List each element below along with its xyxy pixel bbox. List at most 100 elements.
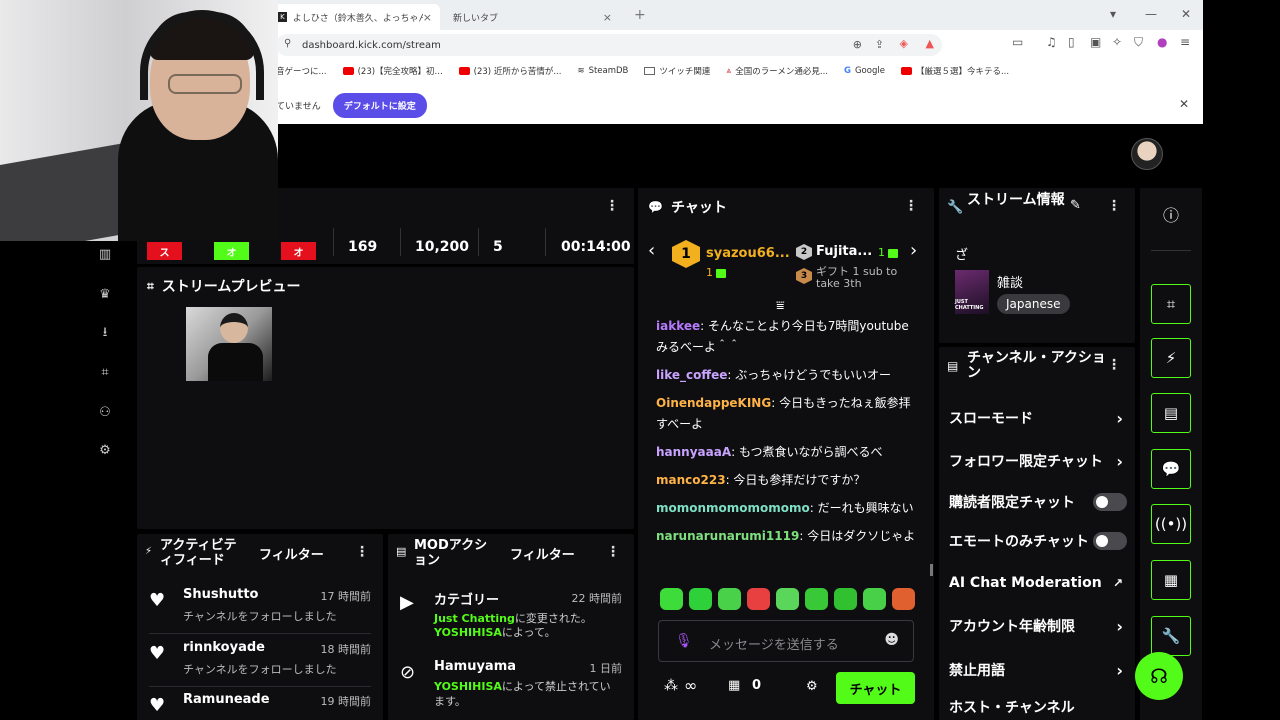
chat-bubble-icon[interactable]: 💬 xyxy=(1151,449,1191,489)
account-age-row[interactable]: アカウント年齢制限 › xyxy=(949,613,1127,639)
bookmark-item[interactable]: (23)【完全攻略】初... xyxy=(342,65,443,77)
chat-username[interactable]: OinendappeKING xyxy=(656,396,771,410)
upload-icon[interactable]: ⭳ xyxy=(96,324,114,342)
send-chat-button[interactable]: チャット xyxy=(836,672,915,704)
list-item: ▶ カテゴリー 22 時間前 Just Chattingに変更された。 YOSH… xyxy=(400,592,622,639)
headset-icon: ☊ xyxy=(1150,664,1168,688)
community-icon[interactable]: ⚇ xyxy=(96,404,114,422)
document-icon[interactable]: ▤ xyxy=(1151,393,1191,433)
microphone-icon[interactable]: 🎙 xyxy=(675,633,693,649)
chat-username[interactable]: momonmomomomomo xyxy=(656,501,810,515)
broadcast-icon[interactable]: ((•)) xyxy=(1151,504,1191,544)
site-info-icon[interactable]: ⚲ xyxy=(284,38,291,49)
emoji-icon[interactable]: ☻ xyxy=(884,632,899,648)
emote-icon[interactable] xyxy=(718,588,741,610)
activity-menu-icon[interactable]: ⋮ xyxy=(355,544,369,560)
brave-rewards-icon[interactable]: ▲ xyxy=(926,37,934,50)
close-tab-icon[interactable]: × xyxy=(603,11,612,24)
bookmark-item[interactable]: 音ゲーつに... xyxy=(276,65,327,77)
share-icon[interactable]: ⇪ xyxy=(875,38,884,51)
analytics-icon[interactable]: ▥ xyxy=(96,246,114,264)
close-window-icon[interactable]: ✕ xyxy=(1181,7,1191,21)
chat-input[interactable]: 🎙 メッセージを送信する ☻ xyxy=(658,620,914,662)
chat-username[interactable]: iakkee xyxy=(656,319,700,333)
emote-icon[interactable] xyxy=(689,588,712,610)
edit-pencil-icon[interactable]: ✎ xyxy=(1070,198,1081,213)
emote-icon[interactable] xyxy=(805,588,828,610)
emote-icon[interactable] xyxy=(892,588,915,610)
emote-icon[interactable] xyxy=(747,588,770,610)
info-icon[interactable]: ⓘ xyxy=(1160,202,1182,225)
reader-icon[interactable]: ▭ xyxy=(1012,35,1023,49)
tab-active[interactable]: K よしひさ（鈴木善久、よっちゃん、よっち) × xyxy=(270,4,440,30)
wallet-icon[interactable]: ▣ xyxy=(1090,35,1101,49)
status-badge: オ xyxy=(214,242,249,260)
store-icon[interactable]: ▦ xyxy=(728,678,740,693)
banned-words-row[interactable]: 禁止用語 › xyxy=(949,657,1127,683)
url-field[interactable]: ⚲ dashboard.kick.com/stream ⊕ ⇪ ◈ ▲ xyxy=(276,34,942,56)
bookmark-item[interactable]: G Google xyxy=(844,66,885,76)
close-tab-icon[interactable]: × xyxy=(423,11,432,24)
emote-icon[interactable] xyxy=(834,588,857,610)
brave-shield-icon[interactable]: ◈ xyxy=(900,37,908,50)
chat-scrollbar[interactable] xyxy=(930,564,933,576)
chat-username[interactable]: narunarunarumi1119 xyxy=(656,529,799,543)
new-tab-icon[interactable]: + xyxy=(634,7,646,23)
leo-icon[interactable]: ✧ xyxy=(1112,35,1122,49)
zoom-icon[interactable]: ⊕ xyxy=(853,38,862,51)
screen-icon[interactable]: ⌗ xyxy=(1151,284,1191,324)
chat-settings-icon[interactable]: ⚙ xyxy=(806,679,818,694)
layout-icon[interactable]: ▦ xyxy=(1151,560,1191,600)
stream-preview-video[interactable] xyxy=(186,307,272,381)
minimize-icon[interactable]: — xyxy=(1145,7,1157,21)
filter-button[interactable]: フィルター xyxy=(510,544,575,563)
emote-only-toggle[interactable] xyxy=(1093,532,1127,550)
profile-icon[interactable]: ● xyxy=(1157,35,1167,49)
wrench-icon[interactable]: 🔧 xyxy=(1151,616,1191,656)
trophy-icon[interactable]: ♛ xyxy=(96,286,114,304)
chevron-left-icon[interactable]: ‹ xyxy=(648,240,655,261)
lightning-icon[interactable]: ⚡ xyxy=(1151,338,1191,378)
bookmark-item[interactable]: (23) 近所から苦情が... xyxy=(458,65,561,77)
mod-menu-icon[interactable]: ⋮ xyxy=(606,544,620,560)
chat-username[interactable]: manco223 xyxy=(656,473,726,487)
users-icon[interactable]: ⁂ xyxy=(664,678,678,694)
support-headset-button[interactable]: ☊ xyxy=(1135,652,1183,700)
info-menu-icon[interactable]: ⋮ xyxy=(1107,198,1121,214)
slow-mode-row[interactable]: スローモード › xyxy=(949,405,1127,431)
filter-button[interactable]: フィルター xyxy=(259,544,324,563)
bookmark-item[interactable]: ≋ SteamDB xyxy=(577,66,628,76)
close-infobar-icon[interactable]: ✕ xyxy=(1179,97,1189,111)
music-icon[interactable]: ♫ xyxy=(1046,35,1057,49)
settings-gear-icon[interactable]: ⚙ xyxy=(96,442,114,460)
subscriber-only-toggle[interactable] xyxy=(1093,493,1127,511)
emote-icon[interactable] xyxy=(863,588,886,610)
vpn-icon[interactable]: ⛉ xyxy=(1134,35,1143,50)
chat-username[interactable]: hannyaaaA xyxy=(656,445,731,459)
chat-username[interactable]: like_coffee xyxy=(656,368,727,382)
bookmarks-bar: 音ゲーつに... (23)【完全攻略】初... (23) 近所から苦情が... … xyxy=(276,60,1203,82)
chat-menu-icon[interactable]: ⋮ xyxy=(904,198,918,214)
chat-sort-icon[interactable]: ⩸ xyxy=(776,298,785,314)
sidebar-icon[interactable]: ▯ xyxy=(1068,35,1075,49)
bookmark-folder[interactable]: ツイッチ関連 xyxy=(644,65,710,77)
follower-only-row[interactable]: フォロワー限定チャット › xyxy=(949,448,1127,474)
actions-menu-icon[interactable]: ⋮ xyxy=(1107,357,1121,373)
host-channel-row[interactable]: ホスト・チャンネル xyxy=(949,694,1127,720)
tab-new[interactable]: 新しいタブ × xyxy=(445,4,620,30)
ai-moderation-row[interactable]: AI Chat Moderation ↗ xyxy=(949,570,1127,596)
menu-icon[interactable]: ≡ xyxy=(1180,35,1190,49)
category-name[interactable]: 雑談 xyxy=(997,272,1023,291)
user-avatar[interactable] xyxy=(1131,138,1163,170)
emote-icon[interactable] xyxy=(776,588,799,610)
set-default-button[interactable]: デフォルトに設定 xyxy=(332,92,427,118)
stats-menu-icon[interactable]: ⋮ xyxy=(605,198,619,214)
leader-name[interactable]: syazou66... xyxy=(706,246,790,261)
chevron-right-icon[interactable]: › xyxy=(910,240,917,261)
bookmark-item[interactable]: ⩓ 全国のラーメン通必見... xyxy=(726,65,828,77)
emote-icon[interactable] xyxy=(660,588,683,610)
bookmark-item[interactable]: 【厳選５選】今キテる... xyxy=(900,65,1009,77)
leader-name[interactable]: Fujita... xyxy=(816,244,872,259)
tab-search-icon[interactable]: ▾ xyxy=(1110,7,1116,21)
stream-icon[interactable]: ⌗ xyxy=(96,364,114,382)
